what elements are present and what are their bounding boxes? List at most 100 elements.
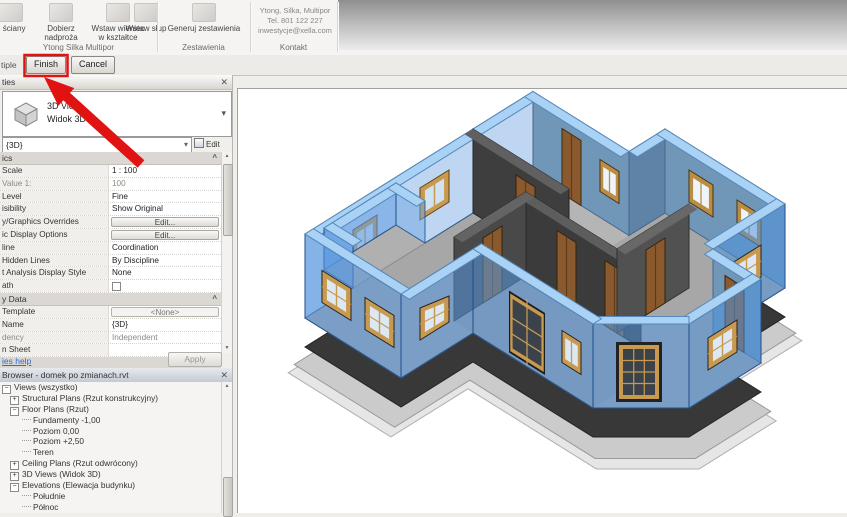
property-row: dencyIndependent <box>0 332 221 345</box>
apply-button[interactable]: Apply <box>168 352 222 367</box>
tree-item-polnoc[interactable]: Północ <box>0 502 221 513</box>
property-row: ath <box>0 280 221 293</box>
property-value[interactable]: None <box>109 267 221 279</box>
type-selector-line2: Widok 3D <box>47 113 86 126</box>
tree-item-poludnie[interactable]: Południe <box>0 491 221 502</box>
scroll-down-icon[interactable]: ▼ <box>222 344 232 353</box>
property-label: Hidden Lines <box>0 255 109 267</box>
property-value[interactable]: Coordination <box>109 242 221 254</box>
property-value[interactable]: Show Original <box>109 203 221 215</box>
property-value[interactable]: {3D} <box>109 319 221 331</box>
collapse-box-icon[interactable]: − <box>10 483 19 492</box>
project-browser-titlebar[interactable]: Browser - domek po zmianach.rvt ✕ <box>0 368 232 383</box>
tree-item-3d-views[interactable]: +3D Views (Widok 3D) <box>0 469 221 480</box>
options-bar: tiple Finish Cancel <box>0 55 847 76</box>
tree-item-floor-plans[interactable]: −Floor Plans (Rzut) <box>0 404 221 415</box>
schedule-tool-icon <box>192 3 216 22</box>
wall-tool-icon <box>0 3 23 22</box>
tree-item-label: Południe <box>33 491 65 501</box>
section-header-graphics[interactable]: ics ^ <box>0 152 221 165</box>
property-row: Hidden LinesBy Discipline <box>0 255 221 268</box>
options-bar-fragment: tiple <box>1 60 17 70</box>
scroll-up-icon[interactable]: ▲ <box>222 152 232 161</box>
property-row: lineCoordination <box>0 242 221 255</box>
finish-button[interactable]: Finish <box>26 56 66 74</box>
properties-scrollbar[interactable]: ▲ ▼ <box>221 152 232 353</box>
property-row: t Analysis Display StyleNone <box>0 267 221 280</box>
window-tall[interactable] <box>616 342 662 402</box>
tree-guide <box>22 495 31 496</box>
close-icon[interactable]: ✕ <box>220 75 228 89</box>
contact-email[interactable]: inwestycje@xella.com <box>252 26 338 36</box>
tree-item-fundamenty[interactable]: Fundamenty -1,00 <box>0 415 221 426</box>
scroll-up-icon[interactable]: ▲ <box>222 382 232 391</box>
property-value[interactable]: Fine <box>109 191 221 203</box>
property-label: dency <box>0 332 109 344</box>
contact-line: Tel. 801 122 227 <box>252 16 338 26</box>
property-row: y/Graphics OverridesEdit... <box>0 216 221 229</box>
contact-info: Ytong, Silka, Multipor Tel. 801 122 227 … <box>252 6 338 36</box>
edit-type-icon <box>194 138 204 148</box>
ribbon-button-nadproza[interactable]: Dobierz nadproża <box>33 1 89 42</box>
properties-titlebar[interactable]: ties ✕ <box>0 75 232 90</box>
property-label: Value 1: <box>0 178 109 190</box>
ribbon-button-zestawienia[interactable]: Generuj zestawienia <box>162 1 246 33</box>
browser-scrollbar[interactable]: ▲ <box>221 382 232 513</box>
view-combobox-value: {3D} <box>6 140 23 150</box>
property-label: Name <box>0 319 109 331</box>
property-label: line <box>0 242 109 254</box>
tree-item-poziom-0[interactable]: Poziom 0,00 <box>0 426 221 437</box>
cancel-button[interactable]: Cancel <box>71 56 115 74</box>
tree-item-elevations[interactable]: −Elevations (Elewacja budynku) <box>0 480 221 491</box>
tree-item-poziom-250[interactable]: Poziom +2,50 <box>0 436 221 447</box>
property-row: Template<None> <box>0 306 221 319</box>
project-browser-tree: −Views (wszystko) +Structural Plans (Rzu… <box>0 382 221 513</box>
house-3d-model[interactable] <box>232 75 847 513</box>
property-row: isibilityShow Original <box>0 203 221 216</box>
chevron-down-icon: ▾ <box>184 138 188 152</box>
tree-guide <box>22 506 31 507</box>
collapse-box-icon[interactable]: − <box>10 407 19 416</box>
tree-item-label: Views (wszystko) <box>14 382 77 392</box>
property-row: Scale1 : 100 <box>0 165 221 178</box>
property-grid: ics ^ Scale1 : 100 Value 1:100 LevelFine… <box>0 152 221 370</box>
3d-view-icon <box>11 99 41 129</box>
ribbon-button-label2: w kształtce <box>90 33 146 42</box>
tree-item-label: Teren <box>33 447 54 457</box>
edit-button[interactable]: Edit... <box>111 230 219 240</box>
tree-item-label: Floor Plans (Rzut) <box>22 404 89 414</box>
tree-item-teren[interactable]: Teren <box>0 447 221 458</box>
section-header-identity[interactable]: y Data ^ <box>0 293 221 306</box>
type-selector[interactable]: 3D View Widok 3D ▾ <box>2 91 232 137</box>
collapse-icon[interactable]: ^ <box>212 152 217 164</box>
property-label: y/Graphics Overrides <box>0 216 109 228</box>
contact-line: Ytong, Silka, Multipor <box>252 6 338 16</box>
chevron-down-icon[interactable]: ▾ <box>221 108 226 119</box>
3d-viewport[interactable] <box>233 76 847 513</box>
ribbon-group-zestawienia: Zestawienia <box>157 43 250 52</box>
tree-item-label: Poziom 0,00 <box>33 426 79 436</box>
property-label: ic Display Options <box>0 229 109 241</box>
property-value: 100 <box>109 178 221 190</box>
property-value[interactable]: 1 : 100 <box>109 165 221 177</box>
ribbon-button-sciany[interactable]: z ściany <box>0 1 36 33</box>
edit-button[interactable]: Edit... <box>111 217 219 227</box>
tree-item-label: 3D Views (Widok 3D) <box>22 469 101 479</box>
property-label: t Analysis Display Style <box>0 267 109 279</box>
tree-item-ceiling-plans[interactable]: +Ceiling Plans (Rzut odwrócony) <box>0 458 221 469</box>
sun-path-checkbox[interactable] <box>112 282 121 291</box>
view-template-button[interactable]: <None> <box>111 307 219 317</box>
close-icon[interactable]: ✕ <box>220 368 228 382</box>
tree-item-views[interactable]: −Views (wszystko) <box>0 382 221 393</box>
edit-type-button[interactable]: Edit Type <box>194 137 232 153</box>
collapse-icon[interactable]: ^ <box>212 293 217 305</box>
section-title: ics <box>2 153 12 163</box>
door[interactable] <box>646 238 665 315</box>
section-title: y Data <box>2 294 27 304</box>
property-value[interactable]: By Discipline <box>109 255 221 267</box>
column-tool-icon <box>134 3 158 22</box>
tree-item-structural-plans[interactable]: +Structural Plans (Rzut konstrukcyjny) <box>0 393 221 404</box>
properties-help-link[interactable]: ies help <box>2 356 31 366</box>
view-combobox[interactable]: {3D} ▾ <box>2 137 192 153</box>
property-row: Value 1:100 <box>0 178 221 191</box>
